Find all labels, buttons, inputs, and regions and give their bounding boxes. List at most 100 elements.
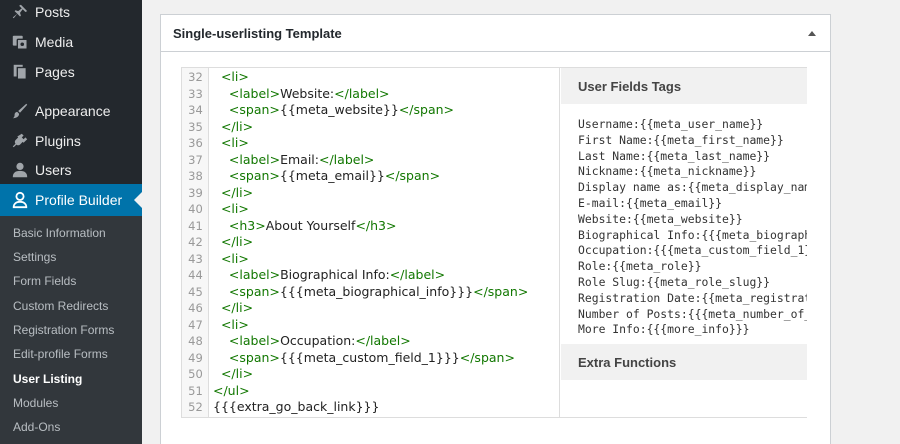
line-number: 50 [188, 367, 203, 381]
sidebar-item-pages[interactable]: Pages [0, 57, 142, 87]
media-icon [10, 32, 30, 52]
code-text: <li> [220, 316, 249, 332]
submenu-custom-redirects[interactable]: Custom Redirects [13, 298, 108, 314]
code-text: </li> [220, 118, 254, 134]
submenu-edit-profile-forms[interactable]: Edit-profile Forms [13, 346, 108, 362]
extra-functions-heading[interactable]: Extra Functions [561, 344, 807, 380]
code-line: 47 <li> [182, 316, 559, 334]
profile-builder-submenu: Basic Information Settings Form Fields C… [0, 216, 142, 444]
line-number: 44 [188, 268, 203, 282]
line-number: 40 [188, 202, 203, 216]
code-text: <span>{{{meta_custom_field_1}}}</span> [228, 349, 515, 365]
code-text: <label>Website:</label> [228, 85, 390, 101]
code-text: <li> [220, 69, 249, 84]
line-number: 42 [188, 235, 203, 249]
code-line: 42 </li> [182, 234, 559, 251]
sidebar-item-label: Media [35, 34, 74, 50]
code-text: </li> [220, 300, 254, 315]
code-line: 40 <li> [182, 201, 559, 218]
submenu-registration-forms[interactable]: Registration Forms [13, 322, 114, 338]
sidebar-item-users[interactable]: Users [0, 155, 142, 185]
sidebar-item-posts[interactable]: Posts [0, 0, 142, 27]
submenu-settings[interactable]: Settings [13, 249, 56, 265]
code-line: 34 <span>{{meta_website}}</span> [182, 102, 559, 119]
template-editor: 32 <li> 33 <label>Website:</label> 34 <spa… [181, 67, 807, 418]
template-postbox: Single-userlisting Template 32 <li> 33 <l… [160, 14, 831, 444]
code-text: <li> [220, 135, 249, 150]
sidebar-item-profile-builder[interactable]: Profile Builder [0, 184, 142, 216]
code-text: <li> [220, 201, 249, 216]
code-text: <span>{{meta_email}}</span> [228, 168, 441, 183]
tag-item: E-mail:{{meta_email}} [578, 195, 723, 210]
sidebar-item-plugins[interactable]: Plugins [0, 126, 142, 156]
tag-item: Last Name:{{meta_last_name}} [578, 148, 771, 163]
brush-icon [10, 101, 30, 121]
code-text: <h3>About Yourself</h3> [228, 217, 397, 233]
code-text: </li> [220, 184, 254, 200]
code-text: </li> [220, 366, 254, 381]
submenu-user-listing[interactable]: User Listing [13, 371, 82, 387]
tag-item: Biographical Info:{{{meta_biographical_i… [578, 227, 807, 242]
code-line: 37 <label>Email:</label> [182, 151, 559, 169]
postbox-title: Single-userlisting Template [173, 25, 342, 41]
tag-item: More Info:{{{more_info}}} [578, 322, 750, 337]
line-number: 34 [188, 103, 203, 117]
code-text: <label>Biographical Info:</label> [228, 267, 446, 282]
collapse-arrow-icon[interactable] [808, 30, 816, 36]
submenu-add-ons[interactable]: Add-Ons [13, 419, 60, 435]
line-number: 32 [188, 70, 203, 84]
code-text: <label>Email:</label> [228, 151, 375, 167]
sidebar-item-label: Pages [35, 64, 75, 80]
line-number: 36 [188, 136, 203, 150]
code-line: 50 </li> [182, 366, 559, 383]
sidebar-item-label: Plugins [35, 133, 81, 149]
code-line: 39 </li> [182, 184, 559, 202]
sidebar-item-label: Users [35, 162, 72, 178]
submenu-form-fields[interactable]: Form Fields [13, 273, 76, 289]
postbox-header[interactable]: Single-userlisting Template [161, 15, 830, 52]
sidebar-item-label: Appearance [35, 103, 111, 119]
code-editor[interactable]: 32 <li> 33 <label>Website:</label> 34 <spa… [182, 68, 560, 417]
tag-item: First Name:{{meta_first_name}} [578, 132, 784, 147]
code-text: {{{extra_go_back_link}}} [213, 399, 380, 414]
code-line: 33 <label>Website:</label> [182, 85, 559, 103]
line-number: 49 [188, 350, 203, 365]
code-line: 45 <span>{{{meta_biographical_info}}}</s… [182, 283, 559, 301]
code-line: 38 <span>{{meta_email}}</span> [182, 168, 559, 185]
user-fields-tags-panel: User Fields Tags Username:{{meta_user_na… [561, 68, 807, 417]
sidebar-item-appearance[interactable]: Appearance [0, 96, 142, 126]
tag-item: Occupation:{{{meta_custom_field_1}}} [578, 243, 807, 258]
line-number: 41 [188, 218, 203, 233]
plug-icon [10, 131, 30, 151]
submenu-basic-information[interactable]: Basic Information [13, 225, 106, 241]
line-number: 48 [188, 334, 203, 348]
submenu-modules[interactable]: Modules [13, 395, 58, 411]
code-line: 36 <li> [182, 135, 559, 152]
code-line: 35 </li> [182, 118, 559, 136]
sidebar-item-label: Profile Builder [35, 192, 123, 208]
tag-item: Website:{{meta_website}} [578, 211, 743, 226]
tag-item: Role Slug:{{meta_role_slug}} [578, 274, 771, 289]
line-number: 43 [188, 251, 203, 266]
line-number: 33 [188, 86, 203, 101]
sidebar-item-media[interactable]: Media [0, 27, 142, 57]
code-line: 48 <label>Occupation:</label> [182, 333, 559, 350]
code-line: 44 <label>Biographical Info:</label> [182, 267, 559, 284]
line-number: 37 [188, 152, 203, 167]
line-number: 47 [188, 317, 203, 332]
line-number: 45 [188, 284, 203, 299]
tag-item: Username:{{meta_user_name}} [578, 117, 764, 131]
tag-item: Display name as:{{meta_display_name}} [578, 180, 807, 195]
admin-sidebar: Posts Media Pages Appearance Plugins Use… [0, 0, 142, 444]
pages-icon [10, 62, 30, 82]
code-line: 41 <h3>About Yourself</h3> [182, 217, 559, 235]
tag-item: Number of Posts:{{{meta_number_of_posts}… [578, 306, 807, 321]
pin-icon [10, 2, 30, 22]
line-number: 35 [188, 119, 203, 134]
code-line: 43 <li> [182, 251, 559, 268]
code-text: <span>{{{meta_biographical_info}}}</span… [228, 283, 529, 299]
sidebar-item-label: Posts [35, 4, 71, 20]
code-text: <label>Occupation:</label> [228, 333, 411, 348]
user-fields-tags-heading[interactable]: User Fields Tags [561, 68, 807, 104]
line-number: 39 [188, 185, 203, 200]
